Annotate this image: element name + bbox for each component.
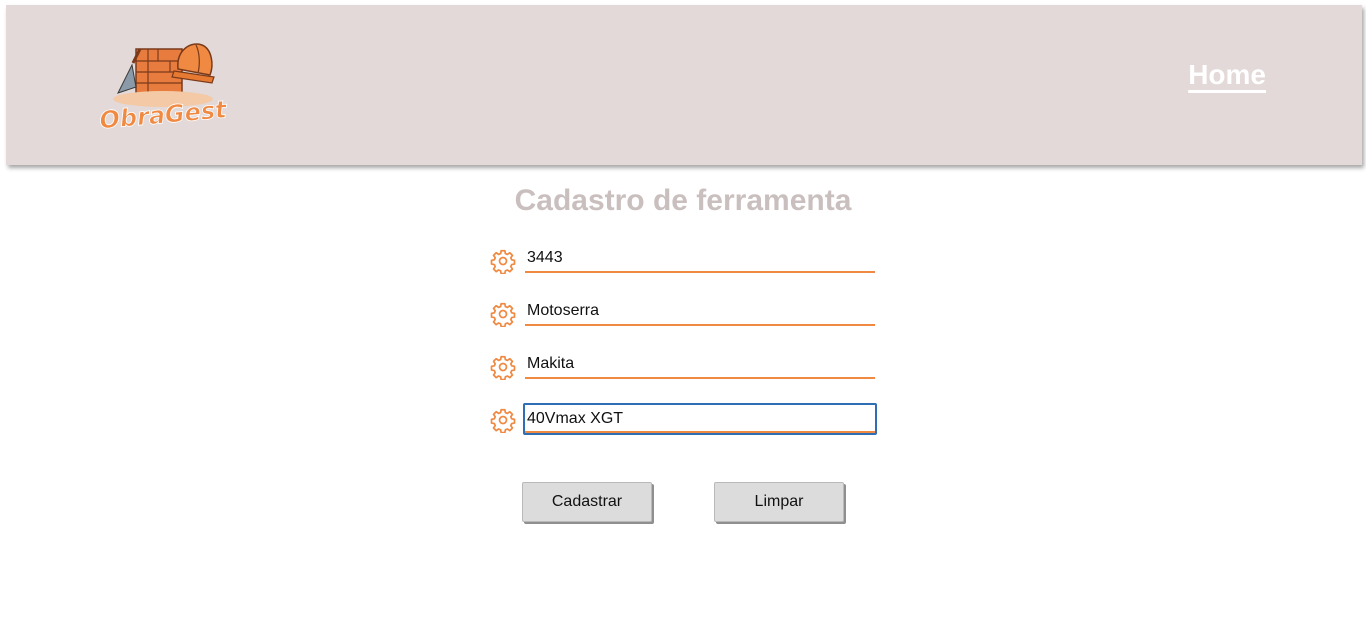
form-row-code xyxy=(490,245,880,277)
clear-button[interactable]: Limpar xyxy=(714,482,844,522)
tool-code-input[interactable] xyxy=(525,245,875,273)
form-row-brand xyxy=(490,351,880,383)
tool-model-input[interactable] xyxy=(523,403,877,435)
header-bar: ObraGest Home xyxy=(6,5,1362,165)
submit-button[interactable]: Cadastrar xyxy=(522,482,652,522)
gear-icon xyxy=(490,302,516,327)
form-row-model xyxy=(490,403,880,436)
obragest-logo: ObraGest xyxy=(98,43,230,135)
gear-icon xyxy=(490,408,516,433)
page-title: Cadastro de ferramenta xyxy=(514,184,852,217)
tool-name-input[interactable] xyxy=(525,298,875,326)
gear-icon xyxy=(490,355,516,380)
gear-icon xyxy=(490,249,516,274)
tool-brand-input[interactable] xyxy=(525,351,875,379)
nav-home-link[interactable]: Home xyxy=(1188,59,1266,91)
form-row-name xyxy=(490,298,880,330)
